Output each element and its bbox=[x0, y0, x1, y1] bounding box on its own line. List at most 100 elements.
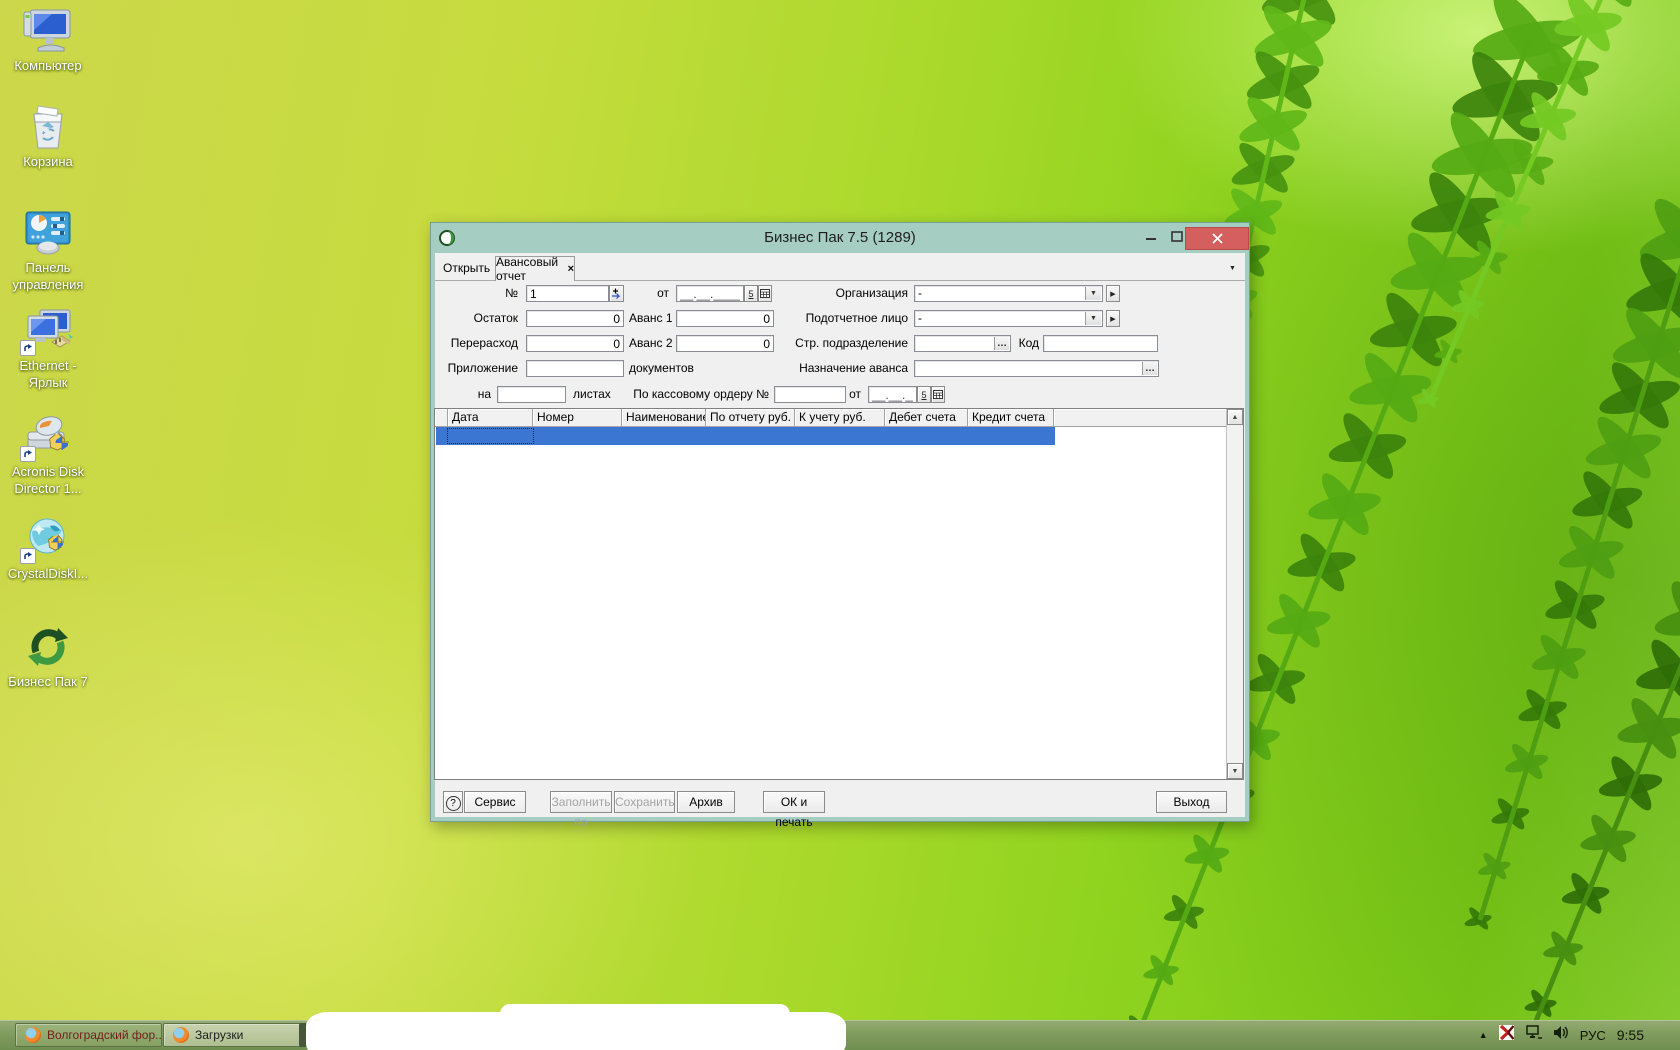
calendar-grid-icon[interactable] bbox=[931, 386, 945, 403]
code-label: Код bbox=[1018, 336, 1039, 350]
cash-order-number-input[interactable] bbox=[774, 386, 846, 403]
advance2-input[interactable] bbox=[676, 335, 774, 352]
accountable-person-open-icon[interactable]: ▶ bbox=[1106, 310, 1120, 327]
ethernet-shortcut-icon bbox=[20, 308, 74, 356]
desktop-icon-acronis[interactable]: Acronis Disk Director 1... bbox=[0, 414, 96, 498]
system-tray[interactable]: ▲ РУС 9:55 bbox=[1479, 1020, 1644, 1050]
taskbar-window-firefox-downloads[interactable]: Загрузки bbox=[163, 1023, 310, 1047]
no-label: № bbox=[505, 286, 518, 300]
archive-button[interactable]: Архив bbox=[677, 791, 735, 813]
purpose-browse-icon[interactable]: … bbox=[1142, 362, 1157, 375]
combo-dropdown-icon[interactable]: ▼ bbox=[1085, 287, 1101, 300]
taskbar-window-firefox-forum[interactable]: Волгоградский фор... bbox=[15, 1023, 162, 1047]
desktop-icon-computer[interactable]: Компьютер bbox=[0, 8, 96, 75]
accountable-person-combo[interactable]: - ▼ bbox=[914, 310, 1103, 327]
grid-header-debit[interactable]: Дебет счета bbox=[885, 409, 968, 427]
combo-dropdown-icon[interactable]: ▼ bbox=[1085, 312, 1101, 325]
desktop-icon-label: Компьютер bbox=[14, 58, 82, 73]
overrun-input[interactable] bbox=[526, 335, 624, 352]
shortcut-arrow-icon bbox=[20, 340, 36, 356]
items-grid[interactable]: Дата Номер Наименование По отчету руб. К… bbox=[434, 408, 1244, 780]
cash-order-from-label: от bbox=[849, 387, 861, 401]
shortcut-arrow-icon bbox=[20, 446, 36, 462]
minimize-button[interactable] bbox=[1141, 223, 1161, 249]
tabstrip-dropdown-icon[interactable]: ▼ bbox=[1229, 265, 1236, 272]
attachment-input[interactable] bbox=[526, 360, 624, 377]
service-button[interactable]: Сервис bbox=[464, 791, 526, 813]
grid-focus-cell bbox=[447, 428, 534, 444]
sheets-label: листах bbox=[573, 387, 611, 401]
desktop-icon-crystaldiskinfo[interactable]: CrystalDiskI... bbox=[0, 516, 96, 583]
close-button[interactable] bbox=[1185, 227, 1249, 250]
tab-close-icon[interactable]: × bbox=[568, 263, 574, 275]
titlebar[interactable]: Бизнес Пак 7.5 (1289) bbox=[431, 223, 1249, 253]
speaker-icon[interactable] bbox=[1553, 1025, 1569, 1045]
language-indicator[interactable]: РУС bbox=[1580, 1028, 1606, 1043]
grid-header-name[interactable]: Наименование bbox=[622, 409, 706, 427]
show-hidden-icons-arrow-icon[interactable]: ▲ bbox=[1479, 1030, 1488, 1040]
open-menu-label: Открыть bbox=[443, 261, 491, 275]
desktop-icon-recycle-bin[interactable]: Корзина bbox=[0, 104, 96, 171]
department-browse-icon[interactable]: … bbox=[994, 337, 1009, 350]
desktop-icon-label: Ethernet - Ярлык bbox=[19, 358, 77, 390]
grid-header-filler bbox=[1054, 409, 1226, 427]
open-menu-button[interactable]: Открыть ▼ bbox=[443, 260, 503, 277]
organization-open-icon[interactable]: ▶ bbox=[1106, 285, 1120, 302]
tab-label: Авансовый отчет bbox=[496, 255, 559, 283]
exit-button[interactable]: Выход bbox=[1156, 791, 1227, 813]
grid-vertical-scrollbar[interactable]: ▲ ▼ bbox=[1226, 409, 1243, 779]
desktop-icon-label: CrystalDiskI... bbox=[7, 566, 89, 581]
grid-header-accepted[interactable]: К учету руб. bbox=[795, 409, 885, 427]
purpose-label: Назначение аванса bbox=[799, 361, 908, 375]
scroll-up-icon[interactable]: ▲ bbox=[1227, 409, 1243, 425]
calendar-day-icon[interactable]: 5 bbox=[744, 285, 758, 302]
window-title: Бизнес Пак 7.5 (1289) bbox=[764, 229, 916, 246]
grid-header-number[interactable]: Номер bbox=[533, 409, 622, 427]
next-number-icon[interactable] bbox=[609, 285, 624, 302]
desktop-icon-label: Панель управления bbox=[12, 260, 84, 292]
grid-header-per-report[interactable]: По отчету руб. bbox=[706, 409, 795, 427]
accountable-person-label: Подотчетное лицо bbox=[805, 311, 908, 325]
balance-input[interactable] bbox=[526, 310, 624, 327]
grid-selected-row[interactable] bbox=[436, 427, 1055, 445]
biznes-pak-window: Бизнес Пак 7.5 (1289) Открыть ▼ Авансовы… bbox=[430, 222, 1250, 829]
department-input[interactable]: … bbox=[914, 335, 1011, 352]
advance1-input[interactable] bbox=[676, 310, 774, 327]
tab-avansovy-otchet[interactable]: Авансовый отчет × bbox=[495, 255, 575, 283]
calendar-grid-icon[interactable] bbox=[758, 285, 772, 302]
erased-region bbox=[500, 1004, 790, 1024]
document-number-input[interactable] bbox=[526, 285, 609, 302]
sheets-count-input[interactable] bbox=[497, 386, 566, 403]
fill-by-button[interactable]: Заполнить по bbox=[550, 791, 612, 829]
code-input[interactable] bbox=[1043, 335, 1158, 352]
acronis-disk-icon bbox=[20, 414, 74, 462]
balance-label: Остаток bbox=[473, 311, 518, 325]
organization-label: Организация bbox=[835, 286, 908, 300]
network-icon[interactable] bbox=[1525, 1025, 1542, 1045]
ok-print-button[interactable]: ОК и печать bbox=[763, 791, 825, 829]
desktop-icon-biznes-pak[interactable]: Бизнес Пак 7 bbox=[0, 624, 96, 691]
organization-value: - bbox=[918, 286, 922, 300]
save-button[interactable]: Сохранить bbox=[614, 791, 675, 813]
grid-header-date[interactable]: Дата bbox=[448, 409, 533, 427]
attachment-label: Приложение bbox=[447, 361, 518, 375]
cash-order-date-input[interactable] bbox=[868, 386, 917, 403]
help-button[interactable]: ? bbox=[443, 791, 463, 813]
date-input[interactable] bbox=[676, 285, 744, 302]
calendar-day-icon[interactable]: 5 bbox=[917, 386, 931, 403]
firefox-icon bbox=[173, 1027, 189, 1043]
taskbar-window-label: Загрузки bbox=[195, 1028, 244, 1042]
organization-combo[interactable]: - ▼ bbox=[914, 285, 1103, 302]
kaspersky-icon[interactable] bbox=[1498, 1024, 1515, 1045]
desktop-icon-control-panel[interactable]: Панель управления bbox=[0, 210, 96, 294]
desktop-icon-ethernet[interactable]: Ethernet - Ярлык bbox=[0, 308, 96, 392]
documents-label: документов bbox=[629, 361, 694, 375]
grid-header-credit[interactable]: Кредит счета bbox=[968, 409, 1054, 427]
scroll-down-icon[interactable]: ▼ bbox=[1227, 763, 1243, 779]
recycle-bin-icon bbox=[22, 104, 74, 150]
maximize-button[interactable] bbox=[1167, 223, 1187, 249]
taskbar-window-label: Волгоградский фор... bbox=[47, 1028, 162, 1042]
desktop-icon-label: Бизнес Пак 7 bbox=[8, 674, 88, 689]
purpose-input[interactable]: … bbox=[914, 360, 1159, 377]
clock[interactable]: 9:55 bbox=[1617, 1027, 1644, 1043]
